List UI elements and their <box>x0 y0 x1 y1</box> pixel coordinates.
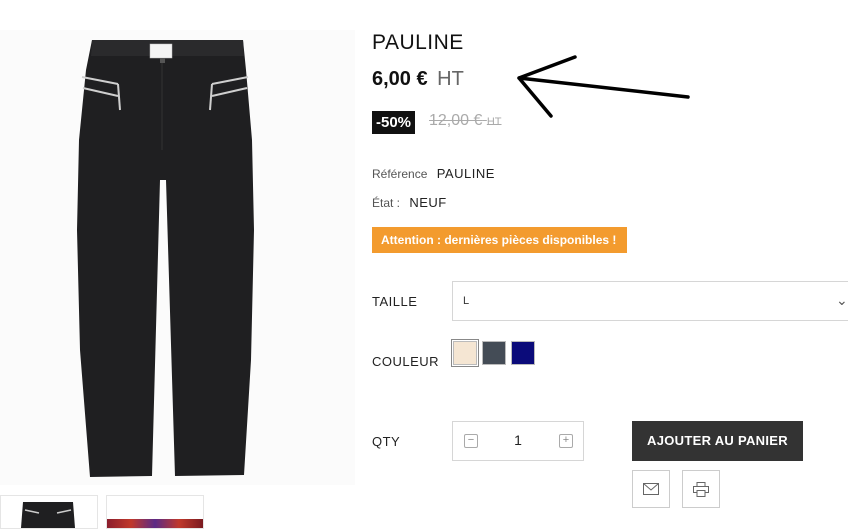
price-tax-label: HT <box>437 68 464 90</box>
color-label: COULEUR <box>372 354 440 369</box>
price-amount: 6,00 € <box>372 68 428 90</box>
size-selected-value: L <box>463 295 470 307</box>
printer-icon <box>693 482 709 497</box>
old-price: 12,00 € HT <box>429 112 502 130</box>
product-title: PAULINE <box>372 31 464 54</box>
discount-badge: -50% <box>372 111 416 134</box>
condition-row: État : NEUF <box>372 195 447 210</box>
color-swatch-navy[interactable] <box>511 341 535 365</box>
qty-label: QTY <box>372 434 401 449</box>
plus-icon[interactable]: + <box>559 434 573 448</box>
annotation-arrow <box>517 55 690 118</box>
envelope-icon <box>643 483 659 495</box>
size-select[interactable]: L ⌄ <box>452 281 848 321</box>
thumbnail-trousers <box>21 502 75 528</box>
availability-warning: Attention : dernières pièces disponibles… <box>372 227 627 253</box>
thumbnail-1[interactable] <box>0 495 98 529</box>
reference-value: PAULINE <box>436 166 495 181</box>
thumbnail-2[interactable] <box>106 495 204 529</box>
email-share-button[interactable] <box>632 470 670 508</box>
condition-label: État : <box>372 196 401 210</box>
chevron-down-icon: ⌄ <box>836 292 848 308</box>
reference-row: Référence PAULINE <box>372 166 495 181</box>
quantity-stepper: − 1 + <box>452 421 584 461</box>
quantity-input[interactable]: 1 <box>498 432 538 448</box>
old-price-tax-label: HT <box>486 116 502 128</box>
product-main-image[interactable] <box>0 30 355 485</box>
size-label: TAILLE <box>372 294 418 309</box>
color-swatch-beige[interactable] <box>451 339 479 367</box>
add-to-cart-button[interactable]: AJOUTER AU PANIER <box>632 421 803 461</box>
reference-label: Référence <box>372 167 428 181</box>
old-price-amount: 12,00 € <box>429 112 483 129</box>
minus-icon[interactable]: − <box>464 434 478 448</box>
print-button[interactable] <box>682 470 720 508</box>
product-price: 6,00 € HT <box>372 68 464 91</box>
condition-value: NEUF <box>409 195 447 210</box>
color-swatch-grey[interactable] <box>482 341 506 365</box>
trousers-illustration <box>77 40 254 477</box>
